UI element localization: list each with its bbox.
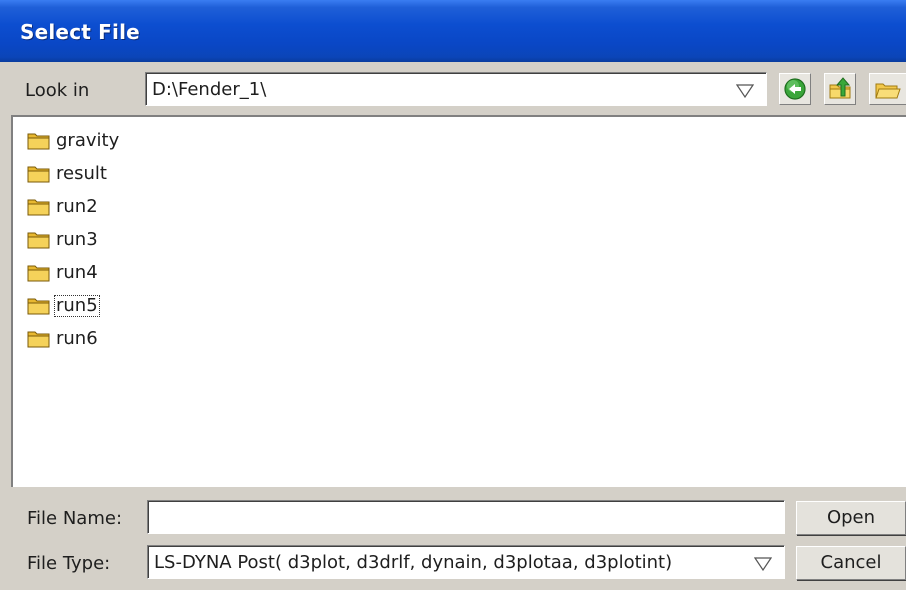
folder-label: result	[56, 163, 107, 184]
folder-icon	[27, 331, 50, 348]
list-item[interactable]: run4	[27, 261, 100, 285]
list-item[interactable]: gravity	[27, 129, 121, 153]
folder-icon	[27, 166, 50, 183]
new-folder-button[interactable]	[869, 73, 906, 105]
back-arrow-icon	[784, 78, 806, 100]
folder-label: run2	[56, 196, 98, 217]
folder-label: run4	[56, 262, 98, 283]
folder-icon	[27, 232, 50, 249]
look-in-combobox[interactable]: D:\Fender_1\	[145, 72, 767, 106]
folder-label: run5	[54, 295, 100, 317]
back-button[interactable]	[779, 73, 811, 105]
folder-icon	[27, 133, 50, 150]
new-folder-icon	[875, 83, 901, 99]
file-name-label: File Name:	[27, 508, 123, 529]
select-file-dialog: Select File Look in D:\Fender_1\ gravity…	[0, 0, 906, 590]
file-type-value: LS-DYNA Post( d3plot, d3drlf, dynain, d3…	[154, 552, 673, 573]
folder-icon	[27, 298, 50, 315]
look-in-path: D:\Fender_1\	[152, 79, 267, 100]
dropdown-triangle-icon[interactable]	[735, 83, 755, 99]
list-item[interactable]: run5	[27, 294, 100, 318]
folder-label: run3	[56, 229, 98, 250]
folder-icon	[27, 199, 50, 216]
title-bar[interactable]: Select File	[0, 0, 906, 62]
list-item[interactable]: result	[27, 162, 109, 186]
dialog-title: Select File	[20, 20, 140, 44]
file-name-input[interactable]	[147, 500, 785, 534]
cancel-button[interactable]: Cancel	[796, 546, 906, 580]
file-list[interactable]: gravity result run2 run3 run4 run5 run6	[11, 115, 906, 487]
open-button[interactable]: Open	[796, 501, 906, 535]
look-in-label: Look in	[25, 80, 90, 101]
list-item[interactable]: run3	[27, 228, 100, 252]
folder-label: run6	[56, 328, 98, 349]
file-type-label: File Type:	[27, 553, 111, 574]
up-folder-button[interactable]	[824, 73, 856, 105]
list-item[interactable]: run2	[27, 195, 100, 219]
folder-icon	[27, 265, 50, 282]
folder-label: gravity	[56, 130, 120, 151]
list-item[interactable]: run6	[27, 327, 100, 351]
up-folder-icon	[829, 77, 851, 99]
file-type-combobox[interactable]: LS-DYNA Post( d3plot, d3drlf, dynain, d3…	[147, 545, 785, 579]
dropdown-triangle-icon[interactable]	[753, 556, 773, 572]
